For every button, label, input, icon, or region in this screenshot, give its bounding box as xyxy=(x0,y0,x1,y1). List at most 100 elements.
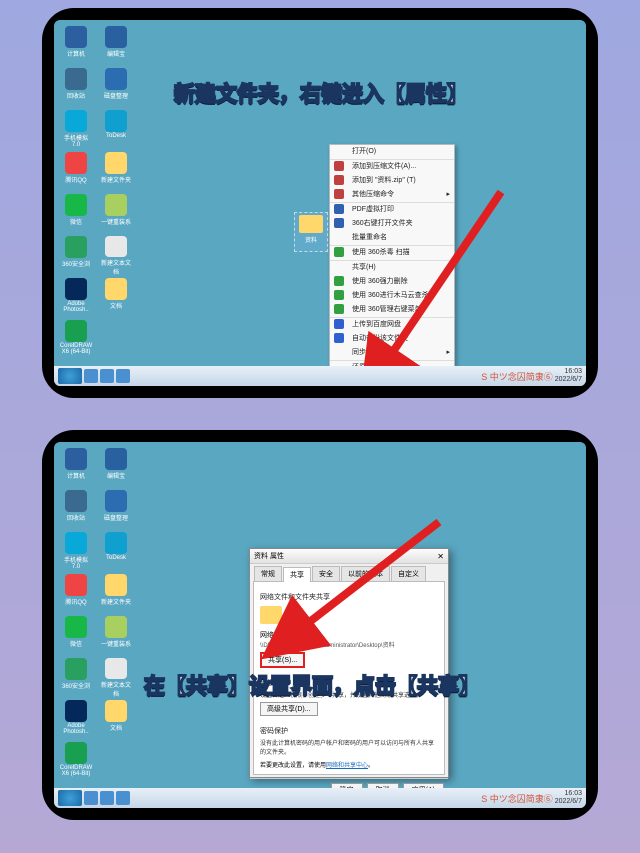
desktop-icon[interactable]: 文档 xyxy=(100,700,132,740)
desktop-icon[interactable]: ToDesk xyxy=(100,532,132,572)
app-icon xyxy=(65,448,87,470)
context-menu[interactable]: 打开(O)添加到压缩文件(A)...添加到 "资料.zip" (T)其他压缩命令… xyxy=(329,144,455,386)
desktop-icon[interactable]: 一键重装系 xyxy=(100,616,132,656)
tab-共享[interactable]: 共享 xyxy=(283,567,311,582)
folder-icon xyxy=(260,606,282,624)
taskbar-item[interactable] xyxy=(116,791,130,805)
context-menu-item[interactable]: 其他压缩命令▸ xyxy=(330,188,454,202)
dialog-tabs[interactable]: 常规共享安全以前的版本自定义 xyxy=(250,564,448,581)
icon-label: Adobe Photosh.. xyxy=(60,301,92,313)
desktop-icon[interactable]: 手机模拟7.0 xyxy=(60,110,92,150)
properties-dialog[interactable]: 资料 属性 ✕ 常规共享安全以前的版本自定义 网络文件和文件夹共享 资料 共享式… xyxy=(249,548,449,778)
desktop-icon[interactable]: 计算机 xyxy=(60,26,92,66)
desktop-icon[interactable]: 磁盘整理 xyxy=(100,68,132,108)
menu-label: 360右键打开文件夹 xyxy=(352,220,413,227)
desktop-icon[interactable]: 腾讯QQ xyxy=(60,152,92,192)
desktop-icon[interactable] xyxy=(100,742,132,782)
desktop-icon[interactable]: Adobe Photosh.. xyxy=(60,278,92,318)
desktop-icon[interactable] xyxy=(100,320,132,360)
tab-安全[interactable]: 安全 xyxy=(312,566,340,581)
desktop-icon[interactable]: CorelDRAW X6 (64-Bit) xyxy=(60,320,92,360)
close-icon[interactable]: ✕ xyxy=(437,552,444,561)
context-menu-item[interactable]: 同步至其它 ▸ xyxy=(330,346,454,360)
menu-icon xyxy=(334,189,344,199)
context-menu-item[interactable]: 360右键打开文件夹 xyxy=(330,217,454,231)
desktop-icon[interactable]: 新建文本文档 xyxy=(100,658,132,698)
desktop-icon[interactable]: 360安全浏 xyxy=(60,236,92,276)
submenu-arrow-icon: ▸ xyxy=(446,348,450,358)
desktop-icon[interactable]: 计算机 xyxy=(60,448,92,488)
app-icon xyxy=(65,700,87,722)
desktop-icon[interactable]: 一键重装系 xyxy=(100,194,132,234)
tray-text: S 中ツ念囚简隶⑥ xyxy=(481,792,553,805)
desktop-icon[interactable]: Adobe Photosh.. xyxy=(60,700,92,740)
desktop-icon[interactable]: 新建文本文档 xyxy=(100,236,132,276)
icon-label: 一键重装系 xyxy=(101,217,131,226)
taskbar-item[interactable] xyxy=(116,369,130,383)
taskbar-item[interactable] xyxy=(100,369,114,383)
context-menu-item[interactable]: 上传到百度网盘 xyxy=(330,317,454,332)
menu-label: 使用 360杀毒 扫描 xyxy=(352,249,410,256)
desktop-icon[interactable]: 回收站 xyxy=(60,490,92,530)
start-button[interactable] xyxy=(58,368,82,384)
icon-label: ToDesk xyxy=(106,555,126,561)
selected-folder[interactable]: 资料 xyxy=(294,212,328,252)
context-menu-item[interactable]: 添加到 "资料.zip" (T) xyxy=(330,174,454,188)
context-menu-item[interactable]: 批量重命名 xyxy=(330,231,454,245)
context-menu-item[interactable]: 打开(O) xyxy=(330,145,454,159)
pwd-desc: 没有此计算机密码的用户帐户和密码的用户可以访问与所有人共享的文件夹。 xyxy=(260,738,438,756)
desktop-icon[interactable]: 回收站 xyxy=(60,68,92,108)
dialog-titlebar[interactable]: 资料 属性 ✕ xyxy=(250,549,448,564)
taskbar[interactable]: S 中ツ念囚简隶⑥ 16:032022/6/7 xyxy=(54,788,586,808)
desktop-icon[interactable]: 微信 xyxy=(60,194,92,234)
context-menu-item[interactable]: 使用 360管理右键菜单 xyxy=(330,303,454,317)
taskbar-item[interactable] xyxy=(84,791,98,805)
adv-share-button[interactable]: 高级共享(D)... xyxy=(260,702,318,716)
app-icon xyxy=(105,320,127,342)
app-icon xyxy=(105,532,127,554)
app-icon xyxy=(65,616,87,638)
context-menu-item[interactable]: 使用 360杀毒 扫描 xyxy=(330,245,454,260)
desktop-icon[interactable]: 磁盘整理 xyxy=(100,490,132,530)
taskbar-item[interactable] xyxy=(84,369,98,383)
taskbar-item[interactable] xyxy=(100,791,114,805)
menu-label: 同步至其它 xyxy=(352,349,387,356)
desktop-icon[interactable]: CorelDRAW X6 (64-Bit) xyxy=(60,742,92,782)
desktop-icon[interactable]: ToDesk xyxy=(100,110,132,150)
desktop-icon[interactable]: 微信 xyxy=(60,616,92,656)
context-menu-item[interactable]: 共享(H)▸ xyxy=(330,260,454,275)
context-menu-item[interactable]: 使用 360进行木马云查杀 xyxy=(330,289,454,303)
tab-自定义[interactable]: 自定义 xyxy=(391,566,426,581)
desktop-icon[interactable]: 编辑宝 xyxy=(100,448,132,488)
app-icon xyxy=(65,68,87,90)
app-icon xyxy=(105,110,127,132)
tab-常规[interactable]: 常规 xyxy=(254,566,282,581)
taskbar[interactable]: S 中ツ念囚简隶⑥ 16:032022/6/7 xyxy=(54,366,586,386)
context-menu-item[interactable]: PDF虚拟打印 xyxy=(330,202,454,217)
share-status: 共享式 xyxy=(286,616,307,626)
context-menu-item[interactable]: 使用 360强力删除 xyxy=(330,275,454,289)
app-icon xyxy=(105,616,127,638)
desktop-icon[interactable]: 编辑宝 xyxy=(100,26,132,66)
desktop-icon[interactable]: 新建文件夹 xyxy=(100,574,132,614)
menu-label: 批量重命名 xyxy=(352,234,387,241)
desktop-icon[interactable]: 新建文件夹 xyxy=(100,152,132,192)
link[interactable]: 网络和共享中心 xyxy=(326,763,368,769)
icon-label: 计算机 xyxy=(67,471,85,480)
app-icon xyxy=(105,700,127,722)
app-icon xyxy=(65,574,87,596)
path-value: \\DESKTOP-xxx\Users\Administrator\Deskto… xyxy=(260,640,438,649)
icon-label: 编辑宝 xyxy=(107,471,125,480)
desktop-icon[interactable]: 腾讯QQ xyxy=(60,574,92,614)
desktop-icon[interactable]: 手机模拟7.0 xyxy=(60,532,92,572)
app-icon xyxy=(105,448,127,470)
clock: 16:032022/6/7 xyxy=(555,368,582,384)
context-menu-item[interactable]: 自动备份该文件夹 xyxy=(330,332,454,346)
icon-label: Adobe Photosh.. xyxy=(60,723,92,735)
desktop-icon[interactable]: 360安全浏 xyxy=(60,658,92,698)
desktop-icon[interactable]: 文档 xyxy=(100,278,132,318)
share-button[interactable]: 共享(S)... xyxy=(260,652,305,668)
context-menu-item[interactable]: 添加到压缩文件(A)... xyxy=(330,159,454,174)
start-button[interactable] xyxy=(58,790,82,806)
tab-以前的版本[interactable]: 以前的版本 xyxy=(341,566,390,581)
